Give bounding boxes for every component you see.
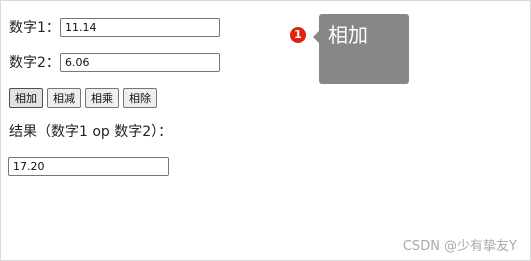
add-button[interactable]: 相加 <box>9 88 43 108</box>
num2-label: 数字2： <box>9 55 60 71</box>
subtract-button[interactable]: 相减 <box>47 88 81 108</box>
num1-label: 数字1： <box>9 20 60 36</box>
multiply-button[interactable]: 相乘 <box>85 88 119 108</box>
result-input[interactable] <box>8 157 169 176</box>
watermark: CSDN @少有挚友Y <box>402 239 517 254</box>
annotation-tooltip: 相加 <box>313 14 409 84</box>
tooltip-arrow <box>313 31 319 43</box>
step-number-badge: 1 <box>290 27 306 43</box>
tooltip-text: 相加 <box>328 23 368 47</box>
divide-button[interactable]: 相除 <box>123 88 157 108</box>
num2-input[interactable] <box>60 53 220 72</box>
result-label: 结果（数字1 op 数字2）： <box>9 124 173 140</box>
operation-buttons: 相加 相减 相乘 相除 <box>9 88 157 108</box>
num1-input[interactable] <box>60 18 220 37</box>
